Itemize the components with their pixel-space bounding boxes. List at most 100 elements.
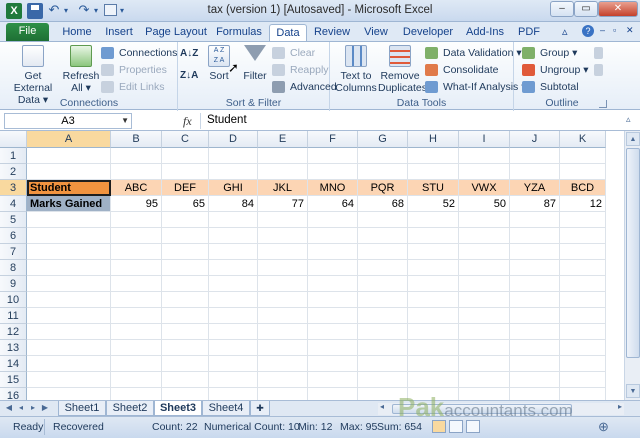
minimize-button[interactable]: –	[550, 1, 574, 17]
cell-k13[interactable]	[560, 340, 606, 356]
cell-b12[interactable]	[111, 324, 162, 340]
row-header-12[interactable]: 12	[0, 324, 27, 340]
row-header-9[interactable]: 9	[0, 276, 27, 292]
scroll-right-icon[interactable]: ▸	[618, 402, 622, 411]
hide-detail-button[interactable]	[594, 62, 604, 78]
cell-i13[interactable]	[459, 340, 510, 356]
cell-k14[interactable]	[560, 356, 606, 372]
restore-button[interactable]: ▭	[574, 1, 598, 17]
tab-insert[interactable]: Insert	[100, 24, 138, 41]
row-header-16[interactable]: 16	[0, 388, 27, 400]
cell-e14[interactable]	[258, 356, 308, 372]
cell-g11[interactable]	[358, 308, 408, 324]
sheet-tab-sheet3[interactable]: Sheet3	[154, 401, 202, 416]
cell-b14[interactable]	[111, 356, 162, 372]
cell-i4[interactable]: 50	[459, 196, 510, 212]
cell-e1[interactable]	[258, 148, 308, 164]
cell-k9[interactable]	[560, 276, 606, 292]
cell-i11[interactable]	[459, 308, 510, 324]
show-detail-button[interactable]	[594, 45, 604, 61]
vertical-scroll-thumb[interactable]	[626, 148, 640, 358]
cell-a6[interactable]	[27, 228, 111, 244]
cell-j1[interactable]	[510, 148, 560, 164]
cell-k2[interactable]	[560, 164, 606, 180]
cell-h3[interactable]: STU	[408, 180, 459, 196]
cell-d9[interactable]	[209, 276, 258, 292]
cell-k10[interactable]	[560, 292, 606, 308]
cell-c4[interactable]: 65	[162, 196, 209, 212]
row-header-3[interactable]: 3	[0, 180, 27, 196]
cell-b10[interactable]	[111, 292, 162, 308]
column-header-j[interactable]: J	[510, 131, 560, 148]
row-header-2[interactable]: 2	[0, 164, 27, 180]
row-header-4[interactable]: 4	[0, 196, 27, 212]
cell-h1[interactable]	[408, 148, 459, 164]
cell-j14[interactable]	[510, 356, 560, 372]
cell-c3[interactable]: DEF	[162, 180, 209, 196]
row-header-6[interactable]: 6	[0, 228, 27, 244]
cell-j11[interactable]	[510, 308, 560, 324]
minimize-ribbon-icon[interactable]: ▵	[562, 25, 568, 38]
cell-g3[interactable]: PQR	[358, 180, 408, 196]
cell-j12[interactable]	[510, 324, 560, 340]
sort-z-a-button[interactable]: Z↓A	[180, 68, 198, 84]
cell-d2[interactable]	[209, 164, 258, 180]
cell-h5[interactable]	[408, 212, 459, 228]
ungroup-button[interactable]: Ungroup ▾	[522, 62, 588, 78]
cell-d4[interactable]: 84	[209, 196, 258, 212]
cell-j2[interactable]	[510, 164, 560, 180]
cell-i12[interactable]	[459, 324, 510, 340]
cell-i9[interactable]	[459, 276, 510, 292]
cell-d3[interactable]: GHI	[209, 180, 258, 196]
tab-file[interactable]: File	[6, 23, 49, 41]
cell-a5[interactable]	[27, 212, 111, 228]
cell-a14[interactable]	[27, 356, 111, 372]
cell-a7[interactable]	[27, 244, 111, 260]
cell-e13[interactable]	[258, 340, 308, 356]
cell-f7[interactable]	[308, 244, 358, 260]
cell-i15[interactable]	[459, 372, 510, 388]
cell-j4[interactable]: 87	[510, 196, 560, 212]
cell-a12[interactable]	[27, 324, 111, 340]
cell-e3[interactable]: JKL	[258, 180, 308, 196]
cell-f1[interactable]	[308, 148, 358, 164]
help-icon[interactable]: ?	[582, 25, 594, 37]
clear-button[interactable]: Clear	[272, 45, 315, 61]
tab-formulas[interactable]: Formulas	[214, 24, 264, 41]
column-header-d[interactable]: D	[209, 131, 258, 148]
cell-b4[interactable]: 95	[111, 196, 162, 212]
cell-k12[interactable]	[560, 324, 606, 340]
cell-c13[interactable]	[162, 340, 209, 356]
cell-c12[interactable]	[162, 324, 209, 340]
row-header-11[interactable]: 11	[0, 308, 27, 324]
cell-f4[interactable]: 64	[308, 196, 358, 212]
cell-h7[interactable]	[408, 244, 459, 260]
cell-a13[interactable]	[27, 340, 111, 356]
tab-home[interactable]: Home	[58, 24, 96, 41]
cell-f6[interactable]	[308, 228, 358, 244]
cell-f15[interactable]	[308, 372, 358, 388]
sort-a-z-button[interactable]: A↓Z	[180, 46, 198, 62]
cell-i14[interactable]	[459, 356, 510, 372]
cell-c9[interactable]	[162, 276, 209, 292]
scroll-up-icon[interactable]: ▲	[626, 132, 640, 146]
reapply-button[interactable]: Reapply	[272, 62, 329, 78]
cell-a10[interactable]	[27, 292, 111, 308]
cell-j3[interactable]: YZA	[510, 180, 560, 196]
cell-d6[interactable]	[209, 228, 258, 244]
cell-g2[interactable]	[358, 164, 408, 180]
cell-j6[interactable]	[510, 228, 560, 244]
tab-view[interactable]: View	[358, 24, 394, 41]
cell-b16[interactable]	[111, 388, 162, 400]
cell-k5[interactable]	[560, 212, 606, 228]
cell-e10[interactable]	[258, 292, 308, 308]
cell-g14[interactable]	[358, 356, 408, 372]
cell-e16[interactable]	[258, 388, 308, 400]
cell-k11[interactable]	[560, 308, 606, 324]
cell-c14[interactable]	[162, 356, 209, 372]
cell-b13[interactable]	[111, 340, 162, 356]
cell-h4[interactable]: 52	[408, 196, 459, 212]
window-restore-small-icon[interactable]: ▫	[613, 25, 616, 35]
cell-b7[interactable]	[111, 244, 162, 260]
cell-f14[interactable]	[308, 356, 358, 372]
